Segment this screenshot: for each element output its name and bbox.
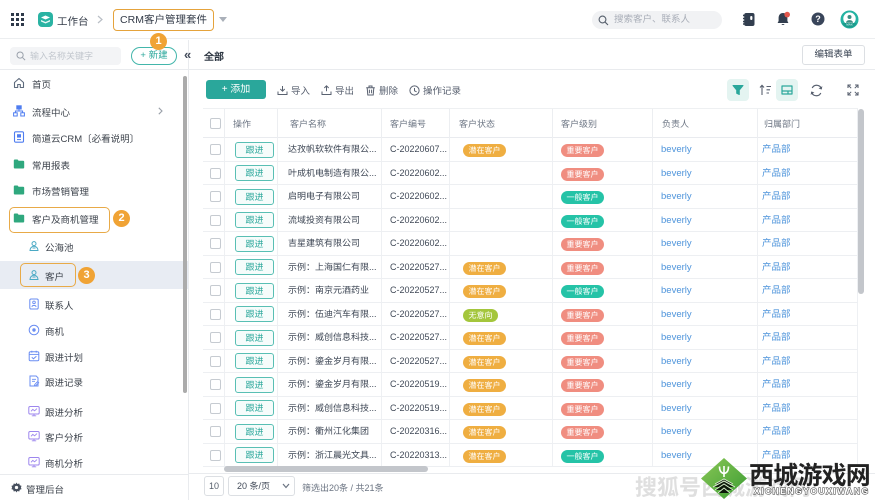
svg-text:MAX: MAX	[846, 23, 853, 27]
svg-text:?: ?	[815, 14, 821, 24]
